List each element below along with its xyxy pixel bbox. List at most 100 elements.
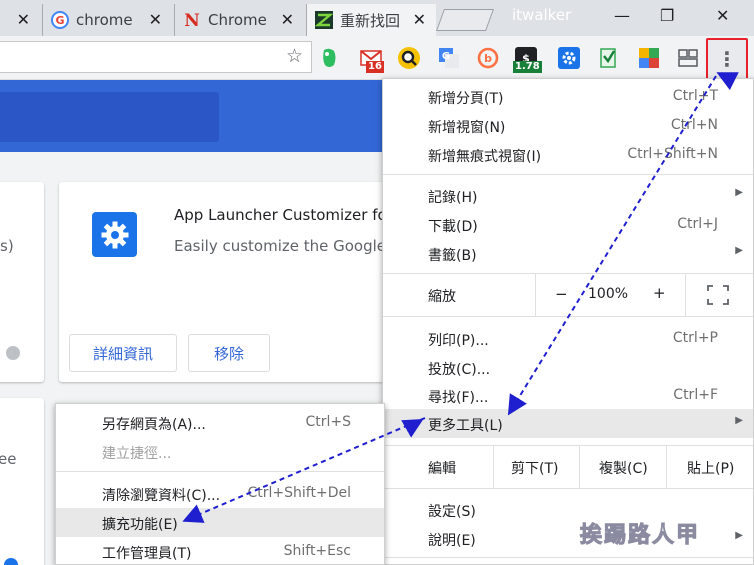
address-bar[interactable]: ☆ <box>0 41 312 73</box>
menu-separator <box>383 316 753 317</box>
restore-button[interactable]: ❐ <box>660 6 674 25</box>
menu-item-label: 更多工具(L) <box>428 418 503 434</box>
menu-item-history[interactable]: 記錄(H) ▶ <box>383 181 753 210</box>
paste-button[interactable]: 貼上(P) <box>687 458 734 478</box>
stocks-icon[interactable]: $ 1.78 <box>513 47 542 73</box>
submenu-item-create-shortcut[interactable]: 建立捷徑... <box>56 437 384 466</box>
more-vert-icon: ⋮ <box>717 47 737 71</box>
menu-item-new-tab[interactable]: 新增分頁(T) Ctrl+T <box>383 82 753 111</box>
submenu-item-save-page[interactable]: 另存網頁為(A)... Ctrl+S <box>56 408 384 437</box>
submenu-arrow-icon: ▶ <box>735 415 743 426</box>
gmail-icon[interactable]: 16 <box>360 47 384 73</box>
menu-item-label: 清除瀏覽資料(C)... <box>102 488 221 504</box>
card-left-2-toggle[interactable] <box>4 558 18 565</box>
svg-text:G: G <box>55 14 64 27</box>
menu-item-shortcut: Shift+Esc <box>283 543 351 559</box>
translate-icon[interactable]: G <box>438 47 460 69</box>
submenu-item-extensions[interactable]: 擴充功能(E) <box>56 508 384 537</box>
extension-name: App Launcher Customizer fo <box>174 206 387 224</box>
menu-item-bookmarks[interactable]: 書籤(B) ▶ <box>383 239 753 268</box>
gmail-badge: 16 <box>366 61 384 73</box>
evernote-icon[interactable] <box>318 47 340 69</box>
menu-item-label: 新增無痕式視窗(I) <box>428 149 542 165</box>
bookmark-star-icon[interactable]: ☆ <box>286 45 303 67</box>
svg-text:b: b <box>484 52 492 65</box>
details-button[interactable]: 詳細資訊 <box>69 334 177 372</box>
tab-3[interactable]: N Chrome ✕ <box>174 4 304 36</box>
menu-item-label: 記錄(H) <box>428 190 478 206</box>
menu-item-find[interactable]: 尋找(F)... Ctrl+F <box>383 381 753 410</box>
zoom-level: 100% <box>588 286 629 302</box>
tab-close-icon[interactable]: ✕ <box>17 10 30 29</box>
tab-close-icon[interactable]: ✕ <box>281 10 294 29</box>
menu-item-label: 建立捷徑... <box>102 446 172 462</box>
new-tab-button[interactable] <box>435 9 495 31</box>
close-window-button[interactable]: ✕ <box>716 6 729 25</box>
menu-item-label: 另存網頁為(A)... <box>102 417 206 433</box>
menu-item-label: 下載(D) <box>428 219 478 235</box>
menu-item-label: 工作管理員(T) <box>102 546 192 562</box>
fullscreen-icon[interactable] <box>707 285 729 305</box>
card-left-text: s) <box>0 237 14 255</box>
stocks-badge: 1.78 <box>513 61 542 73</box>
menu-item-label: 擴充功能(E) <box>102 517 178 533</box>
blogger-icon[interactable]: b <box>477 47 499 69</box>
tab-close-icon[interactable]: ✕ <box>149 10 162 29</box>
tab-close-icon[interactable]: ✕ <box>413 10 426 29</box>
submenu-item-task-manager[interactable]: 工作管理員(T) Shift+Esc <box>56 537 384 565</box>
menu-item-new-incognito-window[interactable]: 新增無痕式視窗(I) Ctrl+Shift+N <box>383 140 753 169</box>
minimize-button[interactable]: — <box>614 6 630 25</box>
tab-title: chrome <box>76 11 133 29</box>
zoom-in-button[interactable]: + <box>653 284 666 302</box>
watermark-text: 挨踢路人甲 <box>579 523 701 549</box>
search-box[interactable] <box>0 92 219 142</box>
tab-1[interactable]: ✕ <box>0 4 42 36</box>
cut-button[interactable]: 剪下(T) <box>511 458 558 478</box>
tab-title: Chrome <box>208 11 267 29</box>
page-icon[interactable] <box>597 47 619 69</box>
edit-row: 編輯 剪下(T) 複製(C) 貼上(P) <box>383 446 753 488</box>
magnifier-icon[interactable] <box>398 47 420 69</box>
tab-4[interactable]: 重新找回 ✕ <box>306 4 436 36</box>
edit-label: 編輯 <box>428 461 456 477</box>
n-logo-icon: N <box>184 11 200 29</box>
submenu-arrow-icon: ▶ <box>735 187 743 198</box>
profile-name[interactable]: itwalker <box>512 6 571 24</box>
card-left-toggle[interactable] <box>6 346 20 360</box>
menu-item-shortcut: Ctrl+S <box>305 414 351 430</box>
title-bar: ✕ G chrome ✕ N Chrome ✕ 重新找回 ✕ itwalker … <box>0 0 754 36</box>
menu-item-label: 說明(E) <box>428 533 476 549</box>
chrome-menu-button[interactable]: ⋮ <box>706 38 748 80</box>
google-icon: G <box>51 11 69 29</box>
card-left-2-text: ee <box>0 450 17 468</box>
menu-item-print[interactable]: 列印(P)... Ctrl+P <box>383 324 753 353</box>
menu-separator <box>383 557 753 558</box>
menu-item-new-window[interactable]: 新增視窗(N) Ctrl+N <box>383 111 753 140</box>
app-launcher-icon[interactable] <box>558 47 580 69</box>
submenu-item-clear-browsing-data[interactable]: 清除瀏覽資料(C)... Ctrl+Shift+Del <box>56 479 384 508</box>
menu-item-label: 列印(P)... <box>428 333 489 349</box>
copy-button[interactable]: 複製(C) <box>599 458 648 478</box>
extension-card-left-2: ee <box>0 398 44 565</box>
menu-item-cast[interactable]: 投放(C)... <box>383 353 753 382</box>
extension-description: Easily customize the Google <box>174 237 387 255</box>
zoom-row: 縮放 − 100% + <box>383 274 753 316</box>
chrome-main-menu: 新增分頁(T) Ctrl+T 新增視窗(N) Ctrl+N 新增無痕式視窗(I)… <box>382 78 754 565</box>
menu-item-downloads[interactable]: 下載(D) Ctrl+J <box>383 210 753 239</box>
menu-item-more-tools[interactable]: 更多工具(L) ▶ <box>383 409 753 438</box>
menu-item-label: 新增視窗(N) <box>428 120 506 136</box>
remove-button[interactable]: 移除 <box>188 334 270 372</box>
zoom-out-button[interactable]: − <box>555 285 568 303</box>
menu-item-label: 投放(C)... <box>428 362 491 378</box>
tab-2[interactable]: G chrome ✕ <box>42 4 172 36</box>
extension-card-app-launcher: App Launcher Customizer fo Easily custom… <box>59 182 389 382</box>
svg-text:G: G <box>442 51 450 62</box>
windows-icon[interactable] <box>677 47 699 69</box>
menu-item-shortcut: Ctrl+Shift+N <box>627 146 718 162</box>
menu-separator <box>383 174 753 175</box>
toolbar: ☆ 16 G b $ 1.78 <box>0 36 754 80</box>
puzzle-icon[interactable] <box>638 47 660 69</box>
svg-text:N: N <box>184 11 200 29</box>
tab-title: 重新找回 <box>340 11 401 30</box>
menu-item-label: 新增分頁(T) <box>428 91 504 107</box>
